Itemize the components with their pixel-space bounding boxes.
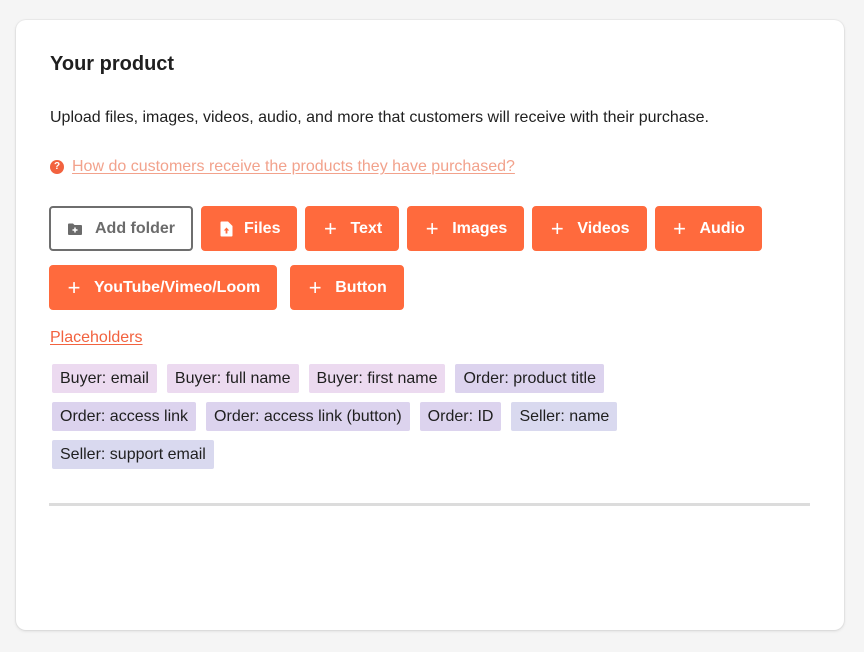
placeholder-tag-order-id[interactable]: Order: ID [419, 402, 502, 431]
add-button-button[interactable]: + Button [290, 265, 404, 310]
files-label: Files [244, 219, 281, 237]
plus-icon: + [550, 215, 564, 241]
add-folder-label: Add folder [95, 219, 175, 237]
placeholder-tag-buyer-email[interactable]: Buyer: email [52, 364, 157, 393]
file-upload-icon [218, 221, 234, 237]
add-embed-button[interactable]: + YouTube/Vimeo/Loom [49, 265, 278, 310]
help-row: ? How do customers receive the products … [50, 158, 515, 176]
placeholder-tag-order-access-link[interactable]: Order: access link [52, 402, 197, 431]
files-button[interactable]: Files [201, 206, 298, 251]
placeholder-tags: Buyer: email Buyer: full name Buyer: fir… [52, 364, 692, 469]
add-text-button[interactable]: + Text [305, 206, 400, 251]
placeholder-tag-seller-support-email[interactable]: Seller: support email [52, 440, 214, 469]
section-description: Upload files, images, videos, audio, and… [50, 109, 709, 126]
add-folder-button[interactable]: Add folder [49, 206, 193, 251]
add-audio-button[interactable]: + Audio [654, 206, 762, 251]
placeholders-link[interactable]: Placeholders [50, 329, 143, 347]
add-videos-button[interactable]: + Videos [532, 206, 647, 251]
content-buttons-row-1: Add folder Files + Text + Images + Video… [49, 206, 762, 251]
add-videos-label: Videos [577, 219, 630, 237]
add-button-label: Button [335, 278, 387, 296]
question-circle-icon: ? [50, 160, 64, 174]
plus-icon: + [673, 215, 686, 241]
folder-plus-icon [67, 221, 83, 237]
plus-icon: + [308, 274, 322, 300]
add-audio-label: Audio [699, 219, 745, 237]
editor-divider [49, 503, 810, 506]
product-content-card: Your product Upload files, images, video… [16, 20, 844, 630]
placeholder-tag-buyer-full-name[interactable]: Buyer: full name [166, 364, 299, 393]
plus-icon: + [67, 274, 81, 300]
placeholder-tag-order-product-title[interactable]: Order: product title [455, 364, 604, 393]
add-embed-label: YouTube/Vimeo/Loom [94, 278, 261, 296]
add-images-label: Images [452, 219, 508, 237]
add-text-label: Text [350, 219, 383, 237]
add-images-button[interactable]: + Images [407, 206, 525, 251]
plus-icon: + [425, 215, 439, 241]
placeholder-tag-seller-name[interactable]: Seller: name [511, 402, 618, 431]
content-buttons-row-2: + YouTube/Vimeo/Loom + Button [49, 265, 404, 310]
placeholder-tag-buyer-first-name[interactable]: Buyer: first name [308, 364, 446, 393]
plus-icon: + [324, 215, 337, 241]
help-link[interactable]: How do customers receive the products th… [72, 158, 515, 176]
section-title: Your product [50, 53, 175, 75]
placeholder-tag-order-access-link-button[interactable]: Order: access link (button) [206, 402, 410, 431]
